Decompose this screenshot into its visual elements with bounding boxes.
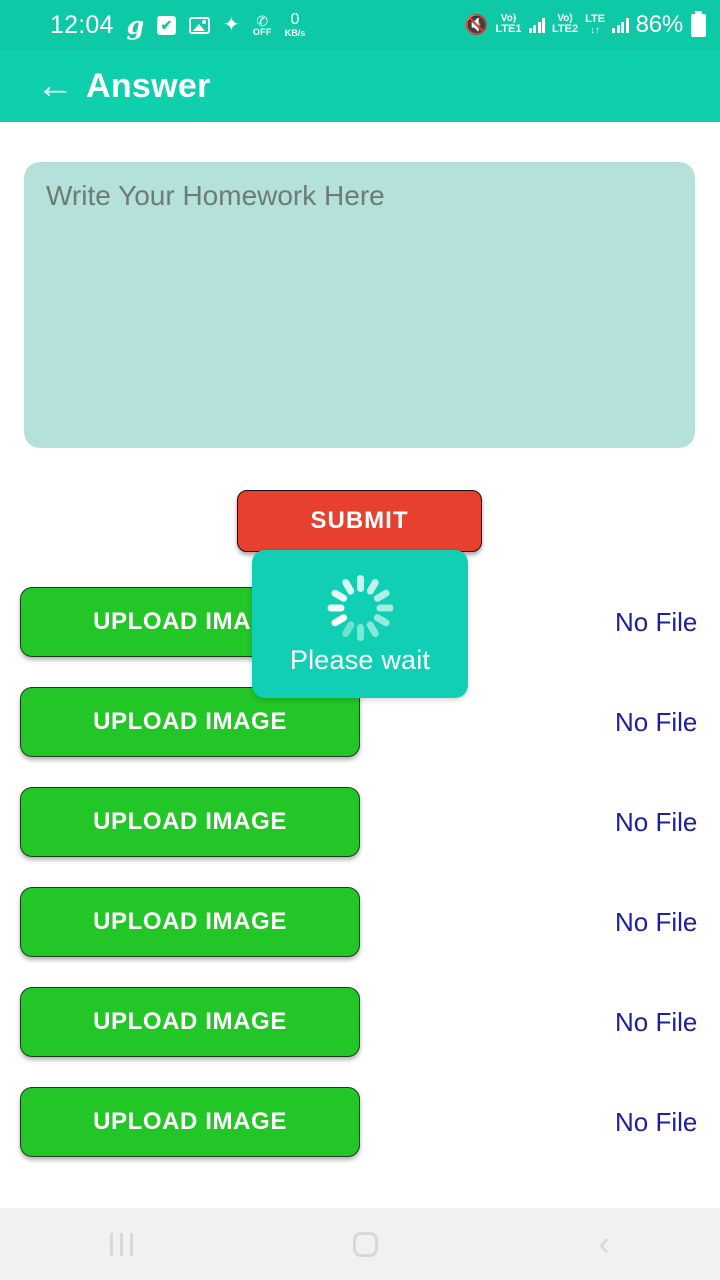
network-type-label: LTE [585, 13, 606, 26]
sim2-signal-bars-icon [612, 17, 629, 33]
sim2-volte-indicator: Vo) LTE2 [552, 14, 579, 36]
lte-data-indicator: LTE ↓↑ [585, 13, 606, 36]
loading-spinner-icon [327, 574, 393, 641]
please-wait-message: Please wait [289, 644, 431, 675]
spinner-segment [329, 612, 348, 628]
upload-image-button-5[interactable]: UPLOAD IMAGE [20, 987, 360, 1057]
magic-wand-icon: ✦ [223, 14, 240, 36]
spinner-segment [356, 623, 364, 641]
call-off-label: OFF [252, 26, 272, 37]
data-rate-value: 0 [290, 10, 300, 28]
file-status-3: No File [615, 806, 698, 837]
upload-row: UPLOAD IMAGE No File [0, 787, 720, 857]
recents-icon[interactable] [110, 1232, 134, 1256]
upload-image-button-6[interactable]: UPLOAD IMAGE [20, 1087, 360, 1157]
sim2-network-label: LTE2 [552, 23, 579, 36]
upload-row: UPLOAD IMAGE No File [0, 987, 720, 1057]
call-off-icon: ✆ OFF [253, 14, 272, 37]
sim1-network-label: LTE1 [495, 23, 522, 36]
phone-screen: 12:04 g ✔ ✦ ✆ OFF 0 KB/s 🔇 Vo) LTE1 Vo) [0, 0, 720, 1280]
status-clock: 12:04 [50, 10, 114, 39]
sim1-volte-indicator: Vo) LTE1 [495, 14, 522, 36]
android-navigation-bar: ‹ [0, 1208, 720, 1280]
back-icon[interactable]: ‹ [599, 1227, 610, 1261]
spinner-segment [376, 604, 393, 611]
back-arrow-icon[interactable]: ← [36, 67, 74, 105]
file-status-6: No File [615, 1106, 698, 1137]
upload-image-button-3[interactable]: UPLOAD IMAGE [20, 787, 360, 857]
page-title: Answer [86, 66, 211, 105]
file-status-2: No File [615, 706, 698, 737]
file-status-4: No File [615, 906, 698, 937]
spinner-segment [327, 604, 344, 611]
data-rate-indicator: 0 KB/s [284, 10, 306, 38]
homework-answer-input[interactable] [24, 162, 695, 448]
checkbox-notification-icon: ✔ [157, 15, 177, 35]
please-wait-dialog: Please wait [252, 550, 468, 698]
data-transfer-arrows-icon: ↓↑ [590, 24, 601, 36]
call-off-glyph: ✆ [256, 12, 269, 29]
sim1-signal-bars-icon [528, 17, 546, 33]
submit-button[interactable]: SUBMIT [237, 490, 482, 552]
file-status-5: No File [615, 1006, 698, 1037]
status-bar: 12:04 g ✔ ✦ ✆ OFF 0 KB/s 🔇 Vo) LTE1 Vo) [0, 0, 720, 50]
home-icon[interactable] [353, 1231, 379, 1257]
data-rate-unit: KB/s [284, 27, 306, 38]
spinner-segment [364, 577, 380, 596]
grammarly-app-icon: g [126, 10, 145, 40]
status-bar-left-group: 12:04 g ✔ ✦ ✆ OFF 0 KB/s [50, 11, 305, 40]
spinner-segment [356, 574, 364, 592]
app-bar: ← Answer [0, 50, 720, 122]
file-status-1: No File [615, 606, 698, 637]
upload-row: UPLOAD IMAGE No File [0, 887, 720, 957]
photo-notification-icon [189, 16, 211, 34]
status-bar-right-group: 🔇 Vo) LTE1 Vo) LTE2 LTE ↓↑ 86% [464, 10, 706, 39]
mute-icon: 🔇 [464, 14, 489, 36]
upload-row: UPLOAD IMAGE No File [0, 1087, 720, 1157]
upload-image-button-4[interactable]: UPLOAD IMAGE [20, 887, 360, 957]
battery-percentage: 86% [635, 11, 684, 38]
battery-icon [691, 10, 706, 37]
